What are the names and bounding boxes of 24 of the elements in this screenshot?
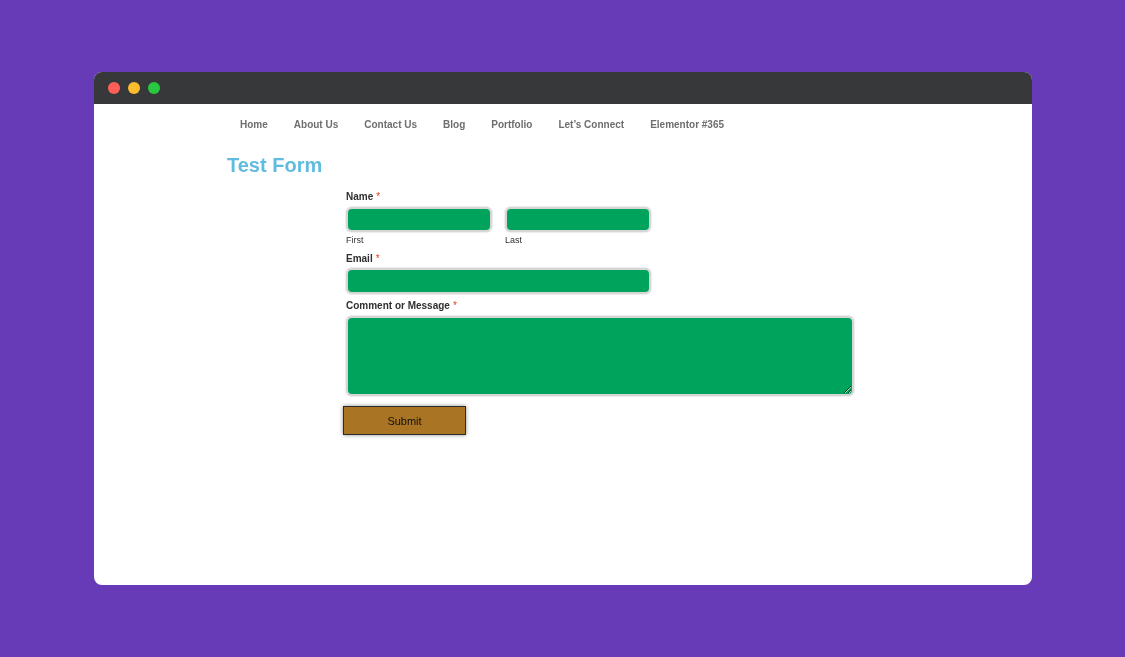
zoom-dot-icon[interactable]	[148, 82, 160, 94]
field-sublabel: First	[346, 235, 365, 246]
required-mark: *	[376, 190, 381, 204]
submit-button[interactable]: Submit	[343, 406, 466, 435]
page-title: Test Form	[227, 153, 324, 177]
required-mark: *	[452, 299, 457, 313]
nav-link[interactable]: Home	[240, 118, 268, 132]
message-textarea[interactable]	[346, 316, 854, 396]
minimize-dot-icon[interactable]	[128, 82, 140, 94]
input-field[interactable]	[505, 207, 651, 232]
field-label: Comment or Message	[346, 299, 450, 313]
field-label: Email	[346, 252, 373, 266]
required-mark: *	[375, 252, 380, 266]
field-label: Name	[346, 190, 374, 204]
nav-link[interactable]: Blog	[443, 118, 466, 132]
nav-link[interactable]: Let’s Connect	[558, 118, 625, 132]
input-field[interactable]	[346, 268, 651, 294]
close-dot-icon[interactable]	[108, 82, 120, 94]
nav-link[interactable]: Contact Us	[364, 118, 418, 132]
field-sublabel: Last	[505, 235, 523, 246]
nav-link[interactable]: About Us	[293, 118, 339, 132]
nav-link[interactable]: Elementor #365	[650, 118, 725, 132]
nav-link[interactable]: Portfolio	[491, 118, 533, 132]
input-field[interactable]	[346, 207, 492, 232]
